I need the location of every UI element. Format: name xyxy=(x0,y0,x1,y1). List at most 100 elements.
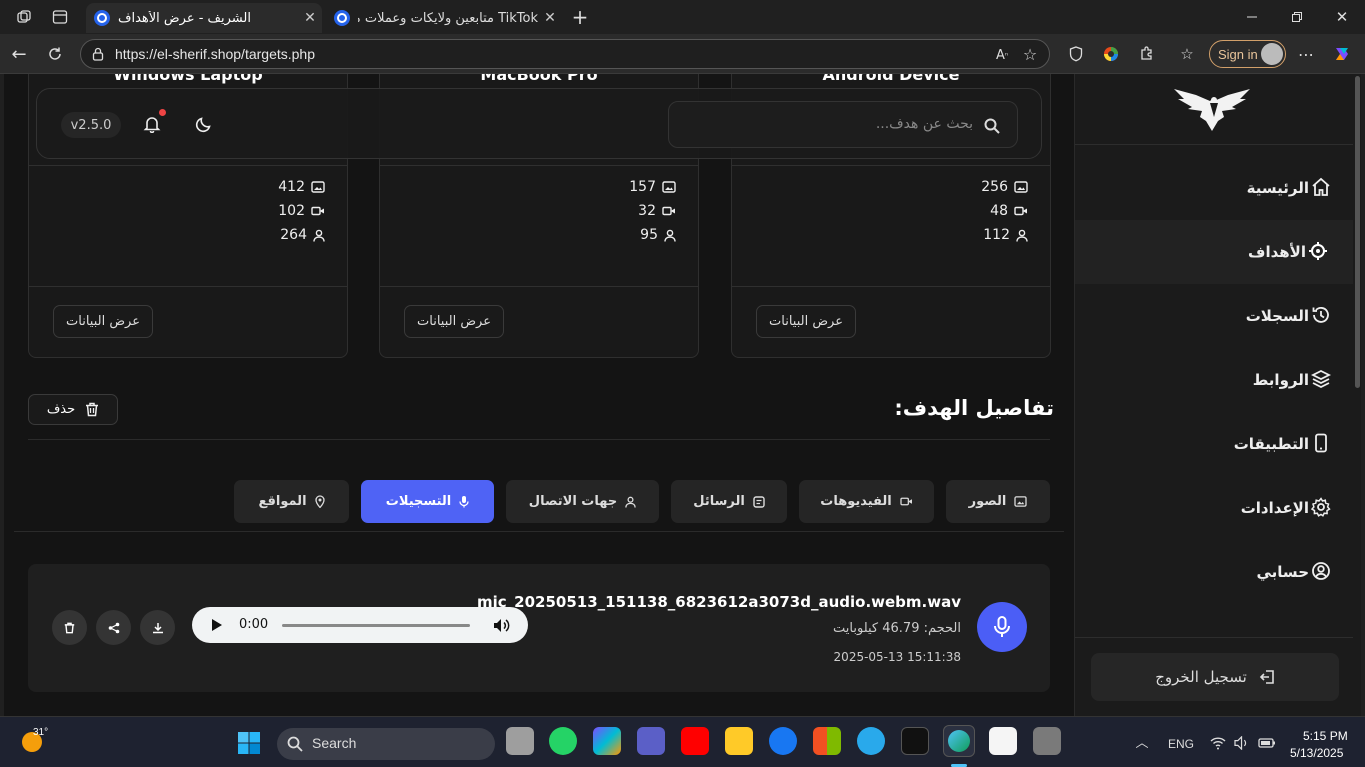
extensions-icon[interactable] xyxy=(1137,44,1157,64)
logout-label: تسجيل الخروج xyxy=(1155,668,1247,686)
search-input[interactable]: بحث عن هدف... xyxy=(876,116,973,132)
notifications-bell-icon[interactable] xyxy=(141,113,163,135)
search-icon xyxy=(287,736,303,752)
volume-icon[interactable] xyxy=(1233,735,1251,751)
shield-icon[interactable] xyxy=(1066,43,1086,65)
tab-contacts[interactable]: جهات الاتصال xyxy=(506,480,659,523)
read-aloud-icon[interactable]: Aⁿ xyxy=(993,46,1011,64)
sidebar-item-targets[interactable]: الأهداف xyxy=(1075,220,1361,284)
play-icon[interactable] xyxy=(210,617,224,633)
vertical-tabs-icon[interactable] xyxy=(48,6,72,28)
recording-size: الحجم: 46.79 كيلوبايت xyxy=(833,621,961,636)
more-options-icon[interactable]: ⋯ xyxy=(1296,44,1316,64)
wifi-icon[interactable] xyxy=(1209,735,1227,751)
images-stat: 256 xyxy=(981,179,1028,195)
video-icon xyxy=(900,497,912,506)
favorites-icon[interactable]: ☆ xyxy=(1177,44,1197,64)
sidebar-item-label: السجلات xyxy=(1245,307,1309,325)
facebook-icon[interactable] xyxy=(769,727,797,755)
close-window-icon[interactable]: ✕ xyxy=(1330,6,1354,28)
youtube-icon[interactable] xyxy=(681,727,709,755)
videos-count: 102 xyxy=(278,203,305,219)
delete-button[interactable]: حذف xyxy=(28,394,118,425)
view-data-button[interactable]: عرض البيانات xyxy=(53,305,153,338)
close-tab-icon[interactable]: ✕ xyxy=(538,10,562,26)
share-button[interactable] xyxy=(96,610,131,645)
view-data-button[interactable]: عرض البيانات xyxy=(756,305,856,338)
search-box[interactable]: بحث عن هدف... xyxy=(668,101,1018,148)
tiktok-icon[interactable] xyxy=(901,727,929,755)
sidebar-item-logs[interactable]: السجلات xyxy=(1075,284,1361,348)
app-icon[interactable] xyxy=(1033,727,1061,755)
sidebar-item-apps[interactable]: التطبيقات xyxy=(1075,412,1361,476)
back-icon[interactable]: ← xyxy=(8,43,30,65)
tab-videos[interactable]: الفيديوهات xyxy=(799,480,934,523)
sidebar-item-home[interactable]: الرئيسية xyxy=(1075,156,1361,220)
image-icon xyxy=(311,181,325,193)
sign-in-button[interactable]: Sign in xyxy=(1209,40,1286,68)
color-extension-icon[interactable] xyxy=(1101,44,1121,64)
download-button[interactable] xyxy=(140,610,175,645)
chevron-up-icon[interactable]: ︿ xyxy=(1134,733,1150,751)
telegram-icon[interactable] xyxy=(857,727,885,755)
volume-icon[interactable] xyxy=(492,616,510,634)
search-icon xyxy=(983,117,1001,135)
tab-targets[interactable]: الشريف - عرض الأهداف ✕ xyxy=(86,3,322,33)
favorite-star-icon[interactable]: ☆ xyxy=(1021,45,1039,64)
file-explorer-icon[interactable] xyxy=(725,727,753,755)
sidebar-item-links[interactable]: الروابط xyxy=(1075,348,1361,412)
site-info-icon[interactable] xyxy=(91,47,105,61)
edge-browser-icon[interactable] xyxy=(943,725,975,757)
progress-slider[interactable] xyxy=(282,624,470,627)
clock-time[interactable]: 5:15 PM xyxy=(1303,729,1348,743)
divider xyxy=(28,439,1050,440)
audio-player[interactable]: 0:00 xyxy=(192,607,528,643)
tab-recordings[interactable]: التسجيلات xyxy=(361,480,494,523)
copilot-app-icon[interactable] xyxy=(593,727,621,755)
restore-icon[interactable] xyxy=(1285,6,1309,28)
delete-recording-button[interactable] xyxy=(52,610,87,645)
microsoft-store-icon[interactable] xyxy=(813,727,841,755)
battery-icon[interactable] xyxy=(1257,735,1277,751)
scrollbar-thumb[interactable] xyxy=(1355,76,1360,388)
tab-tiktok[interactable]: TikTok متابعين ولايكات وعملات مجاناً ✕ xyxy=(326,3,562,33)
teams-icon[interactable] xyxy=(637,727,665,755)
videos-stat: 32 xyxy=(638,203,676,219)
images-count: 256 xyxy=(981,179,1008,195)
divider xyxy=(1075,144,1361,145)
app-icon[interactable] xyxy=(989,727,1017,755)
task-view-icon[interactable] xyxy=(506,727,534,755)
image-icon xyxy=(662,181,676,193)
history-icon xyxy=(1312,307,1329,323)
sidebar-item-label: الأهداف xyxy=(1248,243,1306,261)
moon-icon[interactable] xyxy=(193,113,215,135)
logout-button[interactable]: تسجيل الخروج xyxy=(1091,653,1339,701)
tab-messages[interactable]: الرسائل xyxy=(671,480,787,523)
divider xyxy=(732,165,1050,166)
tab-locations[interactable]: المواقع xyxy=(234,480,349,523)
language-indicator[interactable]: ENG xyxy=(1168,737,1194,751)
tab-images[interactable]: الصور xyxy=(946,480,1050,523)
target-name: Windows Laptop xyxy=(113,74,263,84)
whatsapp-icon[interactable] xyxy=(549,727,577,755)
site-favicon-icon xyxy=(334,10,350,26)
windows-start-icon[interactable] xyxy=(236,730,262,756)
delete-label: حذف xyxy=(46,402,76,417)
sidebar-item-account[interactable]: حسابي xyxy=(1075,540,1361,604)
workspaces-icon[interactable] xyxy=(12,6,36,28)
url-field[interactable]: https://el-sherif.shop/targets.php Aⁿ ☆ xyxy=(80,39,1050,69)
new-tab-icon[interactable]: + xyxy=(568,5,592,29)
contacts-count: 112 xyxy=(983,227,1010,243)
tab-title: الشريف - عرض الأهداف xyxy=(118,10,251,26)
copilot-icon[interactable] xyxy=(1331,43,1353,65)
view-data-button[interactable]: عرض البيانات xyxy=(404,305,504,338)
minimize-icon[interactable] xyxy=(1240,6,1264,28)
refresh-icon[interactable] xyxy=(44,43,66,65)
home-icon xyxy=(1312,177,1330,196)
close-tab-icon[interactable]: ✕ xyxy=(298,10,322,26)
divider xyxy=(14,531,1064,532)
sidebar-item-settings[interactable]: الإعدادات xyxy=(1075,476,1361,540)
taskbar-search[interactable]: Search xyxy=(277,728,495,760)
download-icon xyxy=(152,622,163,633)
clock-date[interactable]: 5/13/2025 xyxy=(1290,746,1343,760)
